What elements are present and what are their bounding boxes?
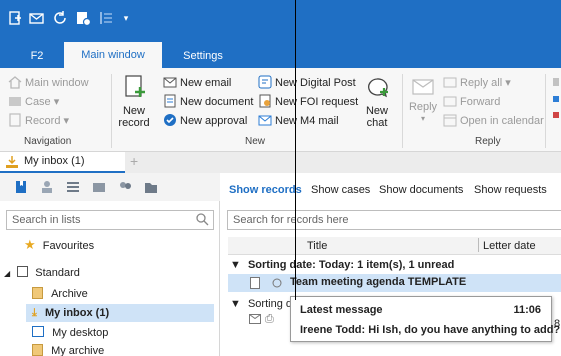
flag-icon[interactable] bbox=[14, 180, 28, 197]
document-icon bbox=[163, 94, 177, 108]
group-navigation: Navigation bbox=[24, 136, 72, 147]
tree-favourites[interactable]: ★ Favourites bbox=[24, 236, 94, 254]
reply-icon bbox=[412, 79, 434, 95]
digital-post-icon bbox=[258, 75, 272, 89]
chat-icon bbox=[368, 78, 388, 98]
nav-record[interactable]: Record ▾ bbox=[8, 113, 69, 129]
ribbon-overflow bbox=[553, 78, 561, 128]
new-foi-request-button[interactable]: New FOI request bbox=[258, 94, 358, 110]
new-email-button[interactable]: New email bbox=[163, 75, 231, 91]
new-record-icon bbox=[125, 75, 145, 97]
left-toolbar bbox=[0, 173, 220, 201]
record-icon bbox=[8, 113, 22, 127]
folder-icon[interactable] bbox=[144, 180, 158, 197]
reply-all-button[interactable]: Reply all ▾ bbox=[443, 75, 511, 91]
people-icon[interactable] bbox=[40, 180, 54, 197]
tooltip-time: 11:06 bbox=[513, 304, 541, 316]
new-mail-icon[interactable] bbox=[28, 9, 46, 27]
latest-message-tooltip: Latest message 11:06 Ireene Todd: Hi Ish… bbox=[290, 296, 560, 342]
tab-settings[interactable]: Settings bbox=[178, 44, 228, 68]
attachment-icon: ⎙ bbox=[265, 313, 274, 325]
tooltip-message: Ireene Todd: Hi Ish, do you have anythin… bbox=[300, 324, 561, 336]
new-record-button[interactable]: New record bbox=[117, 74, 151, 129]
home-icon bbox=[8, 75, 22, 89]
nav-case[interactable]: Case ▾ bbox=[8, 94, 59, 110]
settings-icon[interactable] bbox=[74, 9, 92, 27]
inbox-icon: ⤓ bbox=[32, 307, 37, 319]
dropdown-icon[interactable]: ▾ bbox=[117, 9, 135, 27]
foi-request-icon bbox=[258, 94, 272, 108]
case-icon bbox=[8, 94, 22, 108]
tree-my-archive[interactable]: My archive bbox=[32, 342, 104, 356]
new-digital-post-button[interactable]: New Digital Post bbox=[258, 75, 356, 91]
new-approval-button[interactable]: New approval bbox=[163, 113, 247, 129]
tab-show-cases[interactable]: Show cases bbox=[311, 184, 370, 196]
tab-show-requests[interactable]: Show requests bbox=[474, 184, 547, 196]
tooltip-header: Latest message bbox=[300, 304, 383, 316]
forward-button[interactable]: Forward bbox=[443, 94, 500, 110]
archive-icon bbox=[32, 287, 43, 299]
new-m4-mail-button[interactable]: New M4 mail bbox=[258, 113, 339, 129]
add-tab-icon[interactable]: + bbox=[130, 153, 138, 169]
mail-icon bbox=[249, 314, 261, 327]
nav-main-window[interactable]: Main window bbox=[8, 75, 89, 91]
search-icon bbox=[195, 212, 209, 232]
tree-my-desktop[interactable]: My desktop bbox=[32, 324, 108, 342]
open-in-calendar-button[interactable]: Open in calendar bbox=[443, 113, 544, 129]
refresh-icon[interactable] bbox=[51, 9, 69, 27]
column-title[interactable]: Title bbox=[307, 240, 327, 252]
tab-f2[interactable]: F2 bbox=[22, 44, 52, 68]
column-letter-date[interactable]: Letter date bbox=[483, 240, 536, 252]
standard-folder-icon bbox=[17, 266, 29, 277]
table-row[interactable]: Team meeting agenda TEMPLATE bbox=[228, 274, 561, 292]
document-icon bbox=[250, 277, 260, 292]
calendar-icon bbox=[443, 113, 457, 127]
group-new: New bbox=[245, 136, 266, 147]
drag-indicator-line bbox=[295, 0, 296, 300]
mail-stack-icon[interactable] bbox=[92, 180, 106, 197]
star-icon: ★ bbox=[24, 237, 36, 252]
tab-my-inbox[interactable]: My inbox (1) bbox=[0, 152, 125, 173]
column-divider[interactable] bbox=[478, 238, 479, 252]
search-lists-input[interactable]: Search in lists bbox=[6, 210, 214, 230]
group-header-today[interactable]: ▼ Sorting date: Today: 1 item(s), 1 unre… bbox=[230, 259, 454, 271]
group-reply: Reply bbox=[475, 136, 501, 147]
new-document-button[interactable]: New document bbox=[163, 94, 253, 110]
approval-icon bbox=[163, 113, 177, 127]
list-view-icon[interactable] bbox=[66, 180, 80, 197]
list-icon[interactable] bbox=[97, 9, 115, 27]
tab-show-documents[interactable]: Show documents bbox=[379, 184, 463, 196]
tree-standard[interactable]: ◢ Standard bbox=[4, 264, 80, 282]
ribbon-separator bbox=[545, 74, 546, 148]
ribbon-separator bbox=[111, 74, 112, 148]
group-header-other[interactable]: ▼ Sorting da bbox=[230, 298, 298, 310]
tab-main-window[interactable]: Main window bbox=[64, 42, 162, 68]
expand-icon: ▼ bbox=[230, 298, 241, 310]
new-chat-button[interactable]: New chat bbox=[360, 76, 394, 129]
desktop-icon bbox=[32, 326, 44, 337]
collapse-icon: ◢ bbox=[4, 269, 11, 278]
tab-show-records[interactable]: Show records bbox=[229, 184, 302, 196]
email-icon bbox=[163, 75, 177, 89]
inbox-icon bbox=[5, 155, 19, 172]
search-records-input[interactable]: Search for records here bbox=[227, 210, 561, 230]
m4-mail-icon bbox=[258, 113, 272, 127]
contacts-icon[interactable] bbox=[118, 180, 132, 197]
tree-archive[interactable]: Archive bbox=[32, 285, 88, 303]
new-doc-icon[interactable] bbox=[6, 9, 24, 27]
reply-button[interactable]: Reply ▾ bbox=[407, 76, 439, 125]
my-archive-icon bbox=[32, 344, 43, 356]
chat-status-icon bbox=[272, 277, 282, 292]
app-window: ▾ F2 Main window Settings Main window Ca… bbox=[0, 0, 561, 356]
tree-my-inbox[interactable]: ⤓ My inbox (1) bbox=[26, 304, 214, 322]
ribbon-separator bbox=[402, 74, 403, 148]
expand-icon: ▼ bbox=[230, 259, 241, 271]
forward-icon bbox=[443, 94, 457, 108]
reply-all-icon bbox=[443, 75, 457, 89]
